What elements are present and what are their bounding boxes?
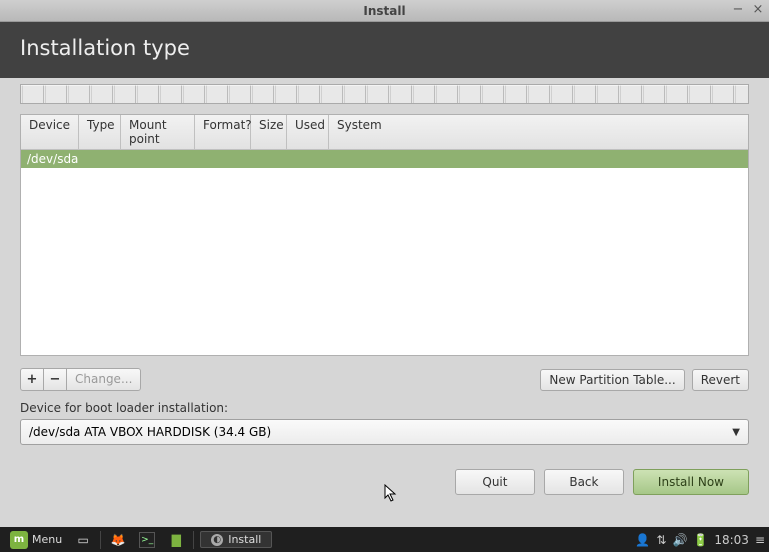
chevron-down-icon: ▼ bbox=[732, 427, 740, 438]
column-header-device[interactable]: Device bbox=[21, 115, 79, 149]
menu-button[interactable]: m Menu bbox=[4, 529, 68, 551]
battery-icon[interactable]: 🔋 bbox=[693, 533, 708, 547]
show-desktop-button[interactable]: ▭ bbox=[68, 530, 98, 550]
change-partition-button[interactable]: Change... bbox=[66, 368, 141, 391]
window-title: Install bbox=[363, 4, 405, 18]
column-header-size[interactable]: Size bbox=[251, 115, 287, 149]
install-now-button[interactable]: Install Now bbox=[633, 469, 749, 495]
column-header-used[interactable]: Used bbox=[287, 115, 329, 149]
column-header-system[interactable]: System bbox=[329, 115, 748, 149]
bootloader-label: Device for boot loader installation: bbox=[20, 401, 749, 415]
page-header: Installation type bbox=[0, 22, 769, 78]
table-header-row: Device Type Mount point Format? Size Use… bbox=[21, 115, 748, 150]
cell-device: /dev/sda bbox=[21, 150, 84, 168]
desktop-icon: ▭ bbox=[74, 532, 92, 548]
volume-icon[interactable]: 🔊 bbox=[672, 533, 687, 547]
clock[interactable]: 18:03 bbox=[714, 533, 749, 547]
network-icon[interactable]: ⇅ bbox=[656, 533, 666, 547]
remove-partition-button[interactable]: − bbox=[43, 368, 67, 391]
user-icon[interactable]: 👤 bbox=[635, 533, 650, 547]
firefox-icon: 🦊 bbox=[109, 532, 127, 548]
partition-usage-bar bbox=[20, 84, 749, 104]
menu-label: Menu bbox=[32, 533, 62, 546]
quit-button[interactable]: Quit bbox=[455, 469, 535, 495]
partition-table: Device Type Mount point Format? Size Use… bbox=[20, 114, 749, 356]
minimize-icon[interactable]: − bbox=[731, 2, 745, 16]
close-icon[interactable]: × bbox=[751, 2, 765, 16]
bootloader-select[interactable]: /dev/sda ATA VBOX HARDDISK (34.4 GB) ▼ bbox=[20, 419, 749, 445]
column-header-type[interactable]: Type bbox=[79, 115, 121, 149]
back-button[interactable]: Back bbox=[544, 469, 624, 495]
column-header-format[interactable]: Format? bbox=[195, 115, 251, 149]
terminal-icon: >_ bbox=[139, 532, 155, 548]
terminal-launcher[interactable]: >_ bbox=[133, 530, 161, 550]
folder-icon: ▇ bbox=[167, 532, 185, 548]
firefox-launcher[interactable]: 🦊 bbox=[103, 530, 133, 550]
files-launcher[interactable]: ▇ bbox=[161, 530, 191, 550]
bootloader-selected-value: /dev/sda ATA VBOX HARDDISK (34.4 GB) bbox=[29, 425, 271, 439]
taskbar: m Menu ▭ 🦊 >_ ▇ ◐ Install 👤 ⇅ 🔊 🔋 18:03 … bbox=[0, 527, 769, 552]
taskbar-app-install[interactable]: ◐ Install bbox=[200, 531, 272, 548]
page-title: Installation type bbox=[20, 36, 749, 60]
taskbar-app-label: Install bbox=[228, 533, 261, 546]
titlebar: Install − × bbox=[0, 0, 769, 22]
mint-logo-icon: m bbox=[10, 531, 28, 549]
revert-button[interactable]: Revert bbox=[692, 369, 749, 391]
new-partition-table-button[interactable]: New Partition Table... bbox=[540, 369, 684, 391]
tray-menu-icon[interactable]: ≡ bbox=[755, 533, 765, 547]
table-row[interactable]: /dev/sda bbox=[21, 150, 748, 168]
column-header-mount[interactable]: Mount point bbox=[121, 115, 195, 149]
app-icon: ◐ bbox=[211, 534, 223, 546]
add-partition-button[interactable]: + bbox=[20, 368, 44, 391]
